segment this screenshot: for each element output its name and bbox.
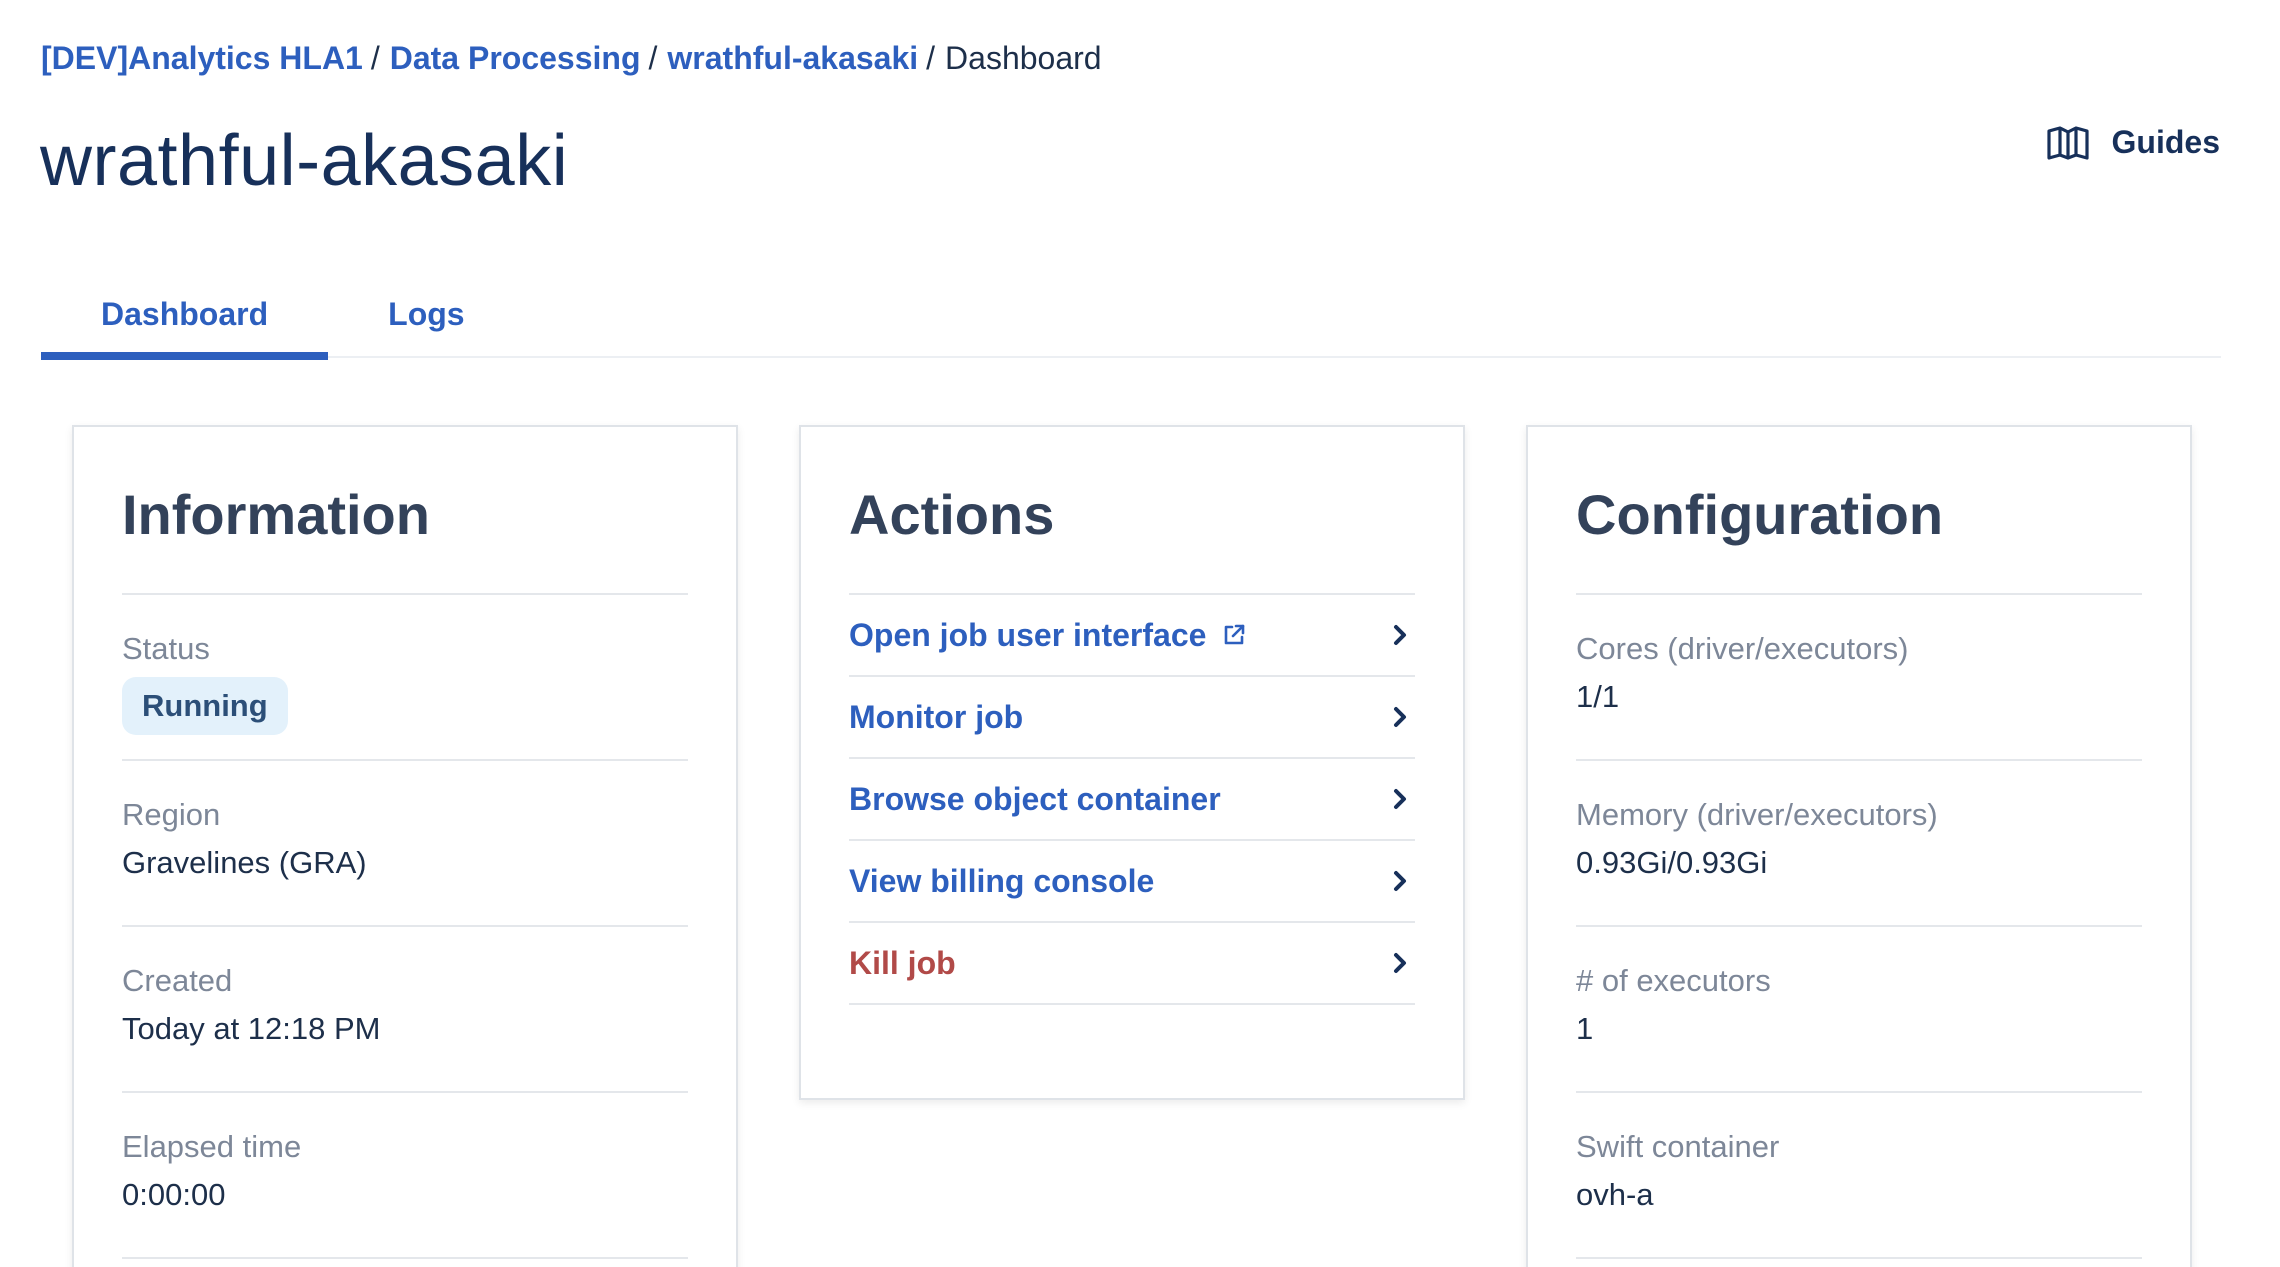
- configuration-card: Configuration Cores (driver/executors) 1…: [1526, 425, 2192, 1267]
- executors-value: 1: [1576, 1011, 1594, 1046]
- region-field: Region Gravelines (GRA): [122, 761, 688, 927]
- cores-label: Cores (driver/executors): [1576, 631, 1909, 666]
- status-label: Status: [122, 631, 210, 666]
- information-title: Information: [122, 485, 688, 595]
- browse-object-container-action[interactable]: Browse object container: [849, 759, 1415, 841]
- monitor-job-action[interactable]: Monitor job: [849, 677, 1415, 759]
- chevron-right-icon: [1394, 625, 1406, 645]
- configuration-title: Configuration: [1576, 485, 2142, 595]
- open-job-ui-label: Open job user interface: [849, 616, 1207, 653]
- cores-value: 1/1: [1576, 679, 1620, 714]
- executors-field: # of executors 1: [1576, 927, 2142, 1093]
- breadcrumb-link-project[interactable]: [DEV]Analytics HLA1: [41, 40, 363, 77]
- action-label-wrap: Open job user interface: [849, 617, 1246, 654]
- tab-bar: Dashboard Logs: [41, 270, 2221, 360]
- chevron-right-icon: [1394, 871, 1406, 891]
- created-label: Created: [122, 963, 233, 998]
- breadcrumb-separator: /: [926, 40, 936, 76]
- executors-label: # of executors: [1576, 963, 1771, 998]
- monitor-job-label: Monitor job: [849, 698, 1024, 735]
- breadcrumb-link-data-processing[interactable]: Data Processing: [390, 40, 641, 77]
- actions-card: Actions Open job user interface Monitor …: [799, 425, 1465, 1100]
- elapsed-time-label: Elapsed time: [122, 1129, 302, 1164]
- tab-logs[interactable]: Logs: [328, 270, 524, 358]
- memory-label: Memory (driver/executors): [1576, 797, 1938, 832]
- page-title: wrathful-akasaki: [40, 121, 569, 201]
- created-field: Created Today at 12:18 PM: [122, 927, 688, 1093]
- region-label: Region: [122, 797, 221, 832]
- view-billing-console-action[interactable]: View billing console: [849, 841, 1415, 923]
- tab-dashboard[interactable]: Dashboard: [41, 270, 329, 360]
- chevron-right-icon: [1394, 789, 1406, 809]
- elapsed-time-field: Elapsed time 0:00:00: [122, 1093, 688, 1259]
- created-value: Today at 12:18 PM: [122, 1011, 381, 1046]
- kill-job-label: Kill job: [849, 944, 956, 981]
- breadcrumb: [DEV]Analytics HLA1 / Data Processing / …: [41, 40, 1102, 77]
- cores-field: Cores (driver/executors) 1/1: [1576, 595, 2142, 761]
- view-billing-console-label: View billing console: [849, 862, 1155, 899]
- browse-object-container-label: Browse object container: [849, 780, 1221, 817]
- elapsed-time-value: 0:00:00: [122, 1177, 226, 1212]
- information-card: Information Status Running Region Gravel…: [72, 425, 738, 1267]
- breadcrumb-separator: /: [648, 40, 658, 76]
- status-field: Status Running: [122, 595, 688, 761]
- region-value: Gravelines (GRA): [122, 845, 367, 880]
- book-map-icon: [2046, 125, 2089, 160]
- chevron-right-icon: [1394, 707, 1406, 727]
- memory-value: 0.93Gi/0.93Gi: [1576, 845, 1768, 880]
- memory-field: Memory (driver/executors) 0.93Gi/0.93Gi: [1576, 761, 2142, 927]
- breadcrumb-separator: /: [370, 40, 380, 76]
- open-job-ui-action[interactable]: Open job user interface: [849, 595, 1415, 677]
- kill-job-action[interactable]: Kill job: [849, 923, 1415, 1005]
- guides-button[interactable]: Guides: [2046, 124, 2220, 161]
- status-badge: Running: [122, 677, 288, 735]
- swift-container-label: Swift container: [1576, 1129, 1780, 1164]
- guides-label: Guides: [2111, 124, 2220, 160]
- external-link-icon: [1225, 624, 1245, 645]
- breadcrumb-current: Dashboard: [945, 40, 1102, 76]
- swift-container-value: ovh-a: [1576, 1177, 1654, 1212]
- chevron-right-icon: [1394, 953, 1406, 973]
- actions-title: Actions: [849, 485, 1415, 595]
- swift-container-field: Swift container ovh-a: [1576, 1093, 2142, 1259]
- breadcrumb-link-job[interactable]: wrathful-akasaki: [667, 40, 918, 77]
